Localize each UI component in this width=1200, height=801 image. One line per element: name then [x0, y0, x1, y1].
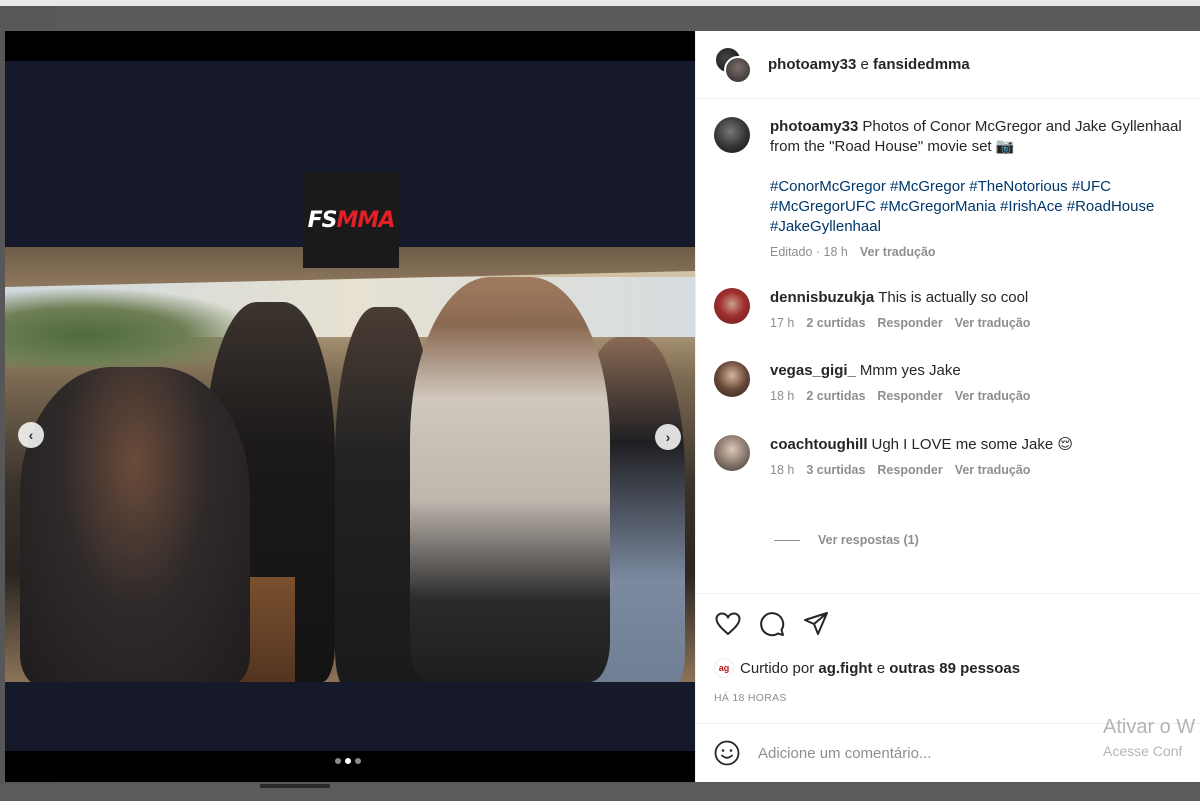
- liked-others-link[interactable]: outras 89 pessoas: [889, 660, 1020, 677]
- comment-likes[interactable]: 2 curtidas: [806, 316, 865, 330]
- translate-link[interactable]: Ver tradução: [955, 463, 1031, 477]
- translate-link[interactable]: Ver tradução: [955, 316, 1031, 330]
- caption-username[interactable]: photoamy33: [770, 118, 858, 135]
- author-link[interactable]: fansidedmma: [873, 56, 970, 73]
- caption: photoamy33 Photos of Conor McGregor and J…: [714, 117, 1194, 259]
- comment-item: vegas_gigi_ Mmm yes Jake 18 h 2 curtidas …: [714, 361, 1194, 403]
- avatar[interactable]: [714, 361, 750, 397]
- avatar[interactable]: ag: [714, 658, 734, 678]
- heart-icon: [715, 612, 741, 636]
- view-replies-button[interactable]: Ver respostas (1): [774, 533, 919, 547]
- share-button[interactable]: [802, 610, 830, 638]
- backdrop-top: [0, 0, 1200, 6]
- previous-slide-button[interactable]: ‹: [18, 422, 44, 448]
- avatar[interactable]: [714, 435, 750, 471]
- comment-time: 17 h: [770, 316, 795, 330]
- comment-username[interactable]: coachtoughill: [770, 436, 868, 453]
- backdrop-bottom: [0, 784, 1200, 801]
- comment-likes[interactable]: 3 curtidas: [806, 463, 865, 477]
- post-photo: [5, 247, 695, 682]
- caption-meta: Editado · 18 h Ver tradução: [770, 245, 1194, 259]
- fsmma-logo: FSMMA: [303, 172, 399, 268]
- smiley-icon[interactable]: [714, 740, 740, 766]
- author-joiner: e: [860, 56, 869, 73]
- logo-mma: MMA: [336, 207, 396, 233]
- translate-link[interactable]: Ver tradução: [955, 389, 1031, 403]
- comment-item: dennisbuzukja This is actually so cool 17…: [714, 288, 1194, 330]
- slide-dot: [355, 758, 361, 764]
- reply-button[interactable]: Responder: [877, 463, 942, 477]
- translate-link[interactable]: Ver tradução: [860, 245, 936, 259]
- slide-dot: [335, 758, 341, 764]
- slide-indicator: [335, 758, 361, 764]
- liked-by: ag Curtido por ag.fight e outras 89 pess…: [714, 658, 1020, 678]
- caption-hashtags[interactable]: #ConorMcGregor #McGregor #TheNotorious #…: [770, 177, 1194, 237]
- comment-likes[interactable]: 2 curtidas: [806, 389, 865, 403]
- replies-line: [774, 539, 800, 541]
- comment-item: coachtoughill Ugh I LOVE me some Jake 😌 1…: [714, 435, 1194, 477]
- post-actions: ag Curtido por ag.fight e outras 89 pess…: [696, 593, 1200, 723]
- post-authors: photoamy33 e fansidedmma: [768, 56, 970, 73]
- comment-button[interactable]: [758, 610, 786, 638]
- post-time: HÁ 18 HORAS: [714, 692, 787, 704]
- chevron-right-icon: ›: [665, 429, 671, 445]
- comment-username[interactable]: dennisbuzukja: [770, 289, 874, 306]
- comment-icon: [760, 612, 785, 637]
- view-replies-label: Ver respostas (1): [818, 533, 919, 547]
- photo-person: [20, 367, 250, 682]
- comment-text: Ugh I LOVE me some Jake 😌: [871, 436, 1074, 453]
- post-sidebar: photoamy33 e fansidedmma photoamy33 Photo…: [695, 31, 1200, 782]
- post-header: photoamy33 e fansidedmma: [696, 31, 1200, 99]
- author-link[interactable]: photoamy33: [768, 56, 856, 73]
- windows-activation-watermark: Ativar o W Acesse Conf: [1103, 716, 1195, 759]
- post-modal: FSMMA ‹ › photoamy33 e fansidedmma photo…: [5, 31, 1200, 782]
- next-slide-button[interactable]: ›: [655, 424, 681, 450]
- collab-avatar[interactable]: [714, 45, 752, 84]
- photo-person: [410, 277, 610, 682]
- caption-text-block: photoamy33 Photos of Conor McGregor and J…: [770, 117, 1194, 157]
- backdrop-strip: [260, 784, 330, 788]
- media-frame: FSMMA ‹ ›: [5, 61, 695, 764]
- comment-text: This is actually so cool: [878, 289, 1029, 306]
- watermark-title: Ativar o W: [1103, 716, 1196, 738]
- chevron-left-icon: ‹: [28, 427, 34, 443]
- reply-button[interactable]: Responder: [877, 316, 942, 330]
- avatar[interactable]: [714, 117, 750, 153]
- comment-username[interactable]: vegas_gigi_: [770, 362, 856, 379]
- avatar: [724, 55, 752, 84]
- reply-button[interactable]: Responder: [877, 389, 942, 403]
- comment-time: 18 h: [770, 389, 795, 403]
- comment-text: Mmm yes Jake: [859, 362, 961, 379]
- comment-time: 18 h: [770, 463, 795, 477]
- comment-input[interactable]: [758, 744, 1088, 762]
- watermark-subtitle: Acesse Conf: [1103, 743, 1183, 759]
- share-icon: [804, 612, 828, 635]
- liked-joiner: e: [876, 659, 886, 677]
- slide-dot-active: [345, 758, 351, 764]
- avatar[interactable]: [714, 288, 750, 324]
- like-button[interactable]: [714, 610, 742, 638]
- post-media: FSMMA ‹ ›: [5, 31, 695, 782]
- comments-section: photoamy33 Photos of Conor McGregor and J…: [696, 100, 1200, 593]
- liked-user-link[interactable]: ag.fight: [818, 660, 872, 677]
- logo-fs: FS: [307, 207, 338, 233]
- liked-prefix: Curtido por: [740, 659, 815, 677]
- caption-edited: Editado · 18 h: [770, 245, 848, 259]
